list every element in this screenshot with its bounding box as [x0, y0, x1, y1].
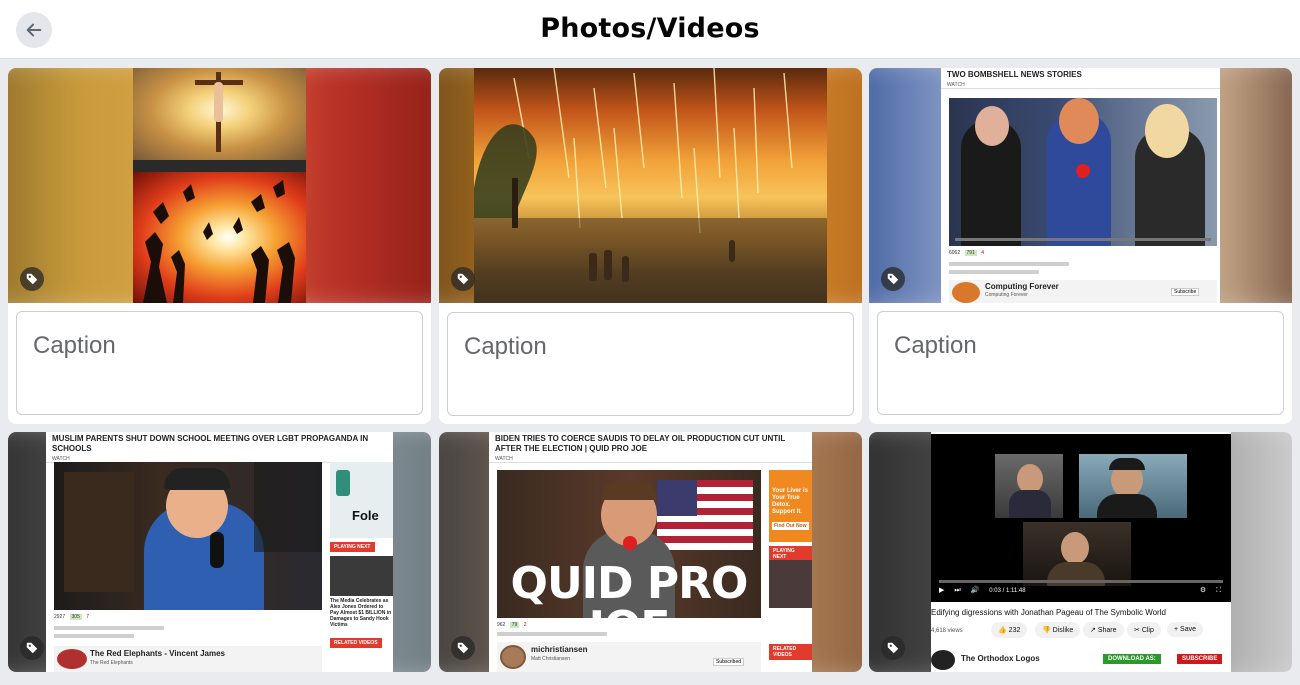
like-count: 232 — [1008, 627, 1021, 634]
screenshot-views: 962 — [497, 622, 506, 628]
tag-icon — [457, 273, 469, 285]
media-card: TWO BOMBSHELL NEWS STORIES WATCH 6062 79… — [869, 68, 1292, 424]
screenshot-title: BIDEN TRIES TO COERCE SAUDIS TO DELAY OI… — [495, 434, 786, 453]
screenshot-find-now: Find Out Now — [772, 522, 809, 530]
save-label: Save — [1180, 626, 1197, 633]
next-icon[interactable]: ⏭ — [954, 587, 960, 594]
tag-icon — [887, 273, 899, 285]
caption-input[interactable] — [878, 312, 1283, 414]
screenshot-side-text: The Media Celebrates as Alex Jones Order… — [330, 598, 392, 628]
media-card: ▶ ⏭ 🔊 0:03 / 1:11:48 ⚙ ⛶ Edifying digres… — [869, 432, 1292, 672]
tag-button[interactable] — [881, 267, 905, 291]
top-bar: Photos/Videos — [0, 0, 1300, 59]
share-label: Share — [1097, 627, 1117, 634]
media-card — [439, 68, 862, 424]
screenshot-channel-sub: Computing Forever — [985, 292, 1028, 298]
save-button[interactable]: + Save — [1167, 622, 1204, 637]
media-card — [8, 68, 431, 424]
clip-label: Clip — [1141, 627, 1154, 634]
screenshot-views: 2927 — [54, 614, 66, 620]
photo-thumbnail[interactable]: BIDEN TRIES TO COERCE SAUDIS TO DELAY OI… — [439, 432, 862, 672]
screenshot-video — [54, 462, 322, 610]
caption-field[interactable] — [447, 312, 854, 416]
play-icon[interactable]: ▶ — [939, 587, 944, 594]
caption-input[interactable] — [17, 312, 422, 414]
media-card: MUSLIM PARENTS SHUT DOWN SCHOOL MEETING … — [8, 432, 431, 672]
screenshot-likes: 305 — [69, 614, 82, 620]
screenshot-subscribe: Subscribe — [1171, 288, 1200, 296]
dislike-label: Dislike — [1052, 627, 1074, 634]
dislike-button[interactable]: 👎 Dislike — [1035, 622, 1081, 638]
photo-thumbnail[interactable]: TWO BOMBSHELL NEWS STORIES WATCH 6062 79… — [869, 68, 1292, 303]
screenshot-watch-tab: WATCH — [489, 456, 812, 463]
screenshot-watch-tab: WATCH — [941, 82, 1220, 89]
caption-field[interactable] — [16, 311, 423, 415]
tag-icon — [887, 642, 899, 654]
fullscreen-icon[interactable]: ⛶ — [1216, 587, 1221, 594]
screenshot-channel: michristiansen — [531, 645, 588, 654]
photo-thumbnail[interactable] — [8, 68, 431, 303]
tag-icon — [457, 642, 469, 654]
screenshot-likes: 791 — [964, 250, 977, 256]
screenshot-likes: 79 — [509, 622, 520, 628]
screenshot-overlay-text: QUID PRO JOE — [510, 558, 749, 619]
volume-icon[interactable]: 🔊 — [971, 587, 980, 594]
screenshot-dislikes: 2 — [523, 622, 527, 628]
screenshot-subscribe: Subscribed — [713, 658, 745, 666]
page-title: Photos/Videos — [540, 13, 760, 44]
download-button[interactable]: DOWNLOAD AS: — [1103, 654, 1161, 664]
tag-button[interactable] — [20, 636, 44, 660]
caption-field[interactable] — [877, 311, 1284, 415]
screenshot-channel-sub: The Red Elephants — [90, 660, 133, 666]
screenshot-channel: Computing Forever — [985, 282, 1059, 291]
screenshot-title: MUSLIM PARENTS SHUT DOWN SCHOOL MEETING … — [52, 434, 369, 453]
screenshot-views: 6062 — [949, 250, 961, 256]
tag-button[interactable] — [881, 636, 905, 660]
tag-button[interactable] — [20, 267, 44, 291]
screenshot-channel: The Orthodox Logos — [961, 654, 1040, 663]
photo-thumbnail[interactable]: ▶ ⏭ 🔊 0:03 / 1:11:48 ⚙ ⛶ Edifying digres… — [869, 432, 1292, 672]
settings-icon[interactable]: ⚙ — [1200, 587, 1206, 594]
photo-thumbnail[interactable] — [439, 68, 862, 303]
caption-input[interactable] — [448, 313, 853, 415]
tag-button[interactable] — [451, 267, 475, 291]
subscribe-button[interactable]: SUBSCRIBE — [1177, 654, 1223, 664]
tag-icon — [26, 273, 38, 285]
screenshot-video: QUID PRO JOE — [497, 470, 761, 618]
screenshot-dislikes: 4 — [981, 250, 985, 256]
screenshot-video-title: Edifying digressions with Jonathan Pagea… — [931, 608, 1166, 617]
screenshot-related: RELATED VIDEOS — [330, 638, 382, 648]
clip-button[interactable]: ✂ Clip — [1127, 622, 1161, 638]
screenshot-video: ▶ ⏭ 🔊 0:03 / 1:11:48 ⚙ ⛶ — [931, 434, 1231, 602]
video-time: 0:03 / 1:11:48 — [989, 588, 1026, 594]
share-button[interactable]: ↗ Share — [1083, 622, 1124, 638]
screenshot-views: 4,618 views — [931, 628, 963, 634]
screenshot-video — [949, 98, 1217, 246]
screenshot-channel: The Red Elephants - Vincent James — [90, 649, 226, 658]
media-card: BIDEN TRIES TO COERCE SAUDIS TO DELAY OI… — [439, 432, 862, 672]
screenshot-related: RELATED VIDEOS — [769, 644, 812, 660]
screenshot-playing-next: PLAYING NEXT — [330, 542, 375, 552]
like-button[interactable]: 👍 232 — [991, 622, 1028, 638]
tag-icon — [26, 642, 38, 654]
photo-thumbnail[interactable]: MUSLIM PARENTS SHUT DOWN SCHOOL MEETING … — [8, 432, 431, 672]
tag-button[interactable] — [451, 636, 475, 660]
screenshot-channel-sub: Matt Christiansen — [531, 656, 570, 662]
screenshot-title: TWO BOMBSHELL NEWS STORIES — [947, 70, 1082, 79]
screenshot-side-ad: Your Liver is Your True Detox. Support I… — [772, 488, 808, 515]
screenshot-dislikes: 7 — [86, 614, 90, 620]
